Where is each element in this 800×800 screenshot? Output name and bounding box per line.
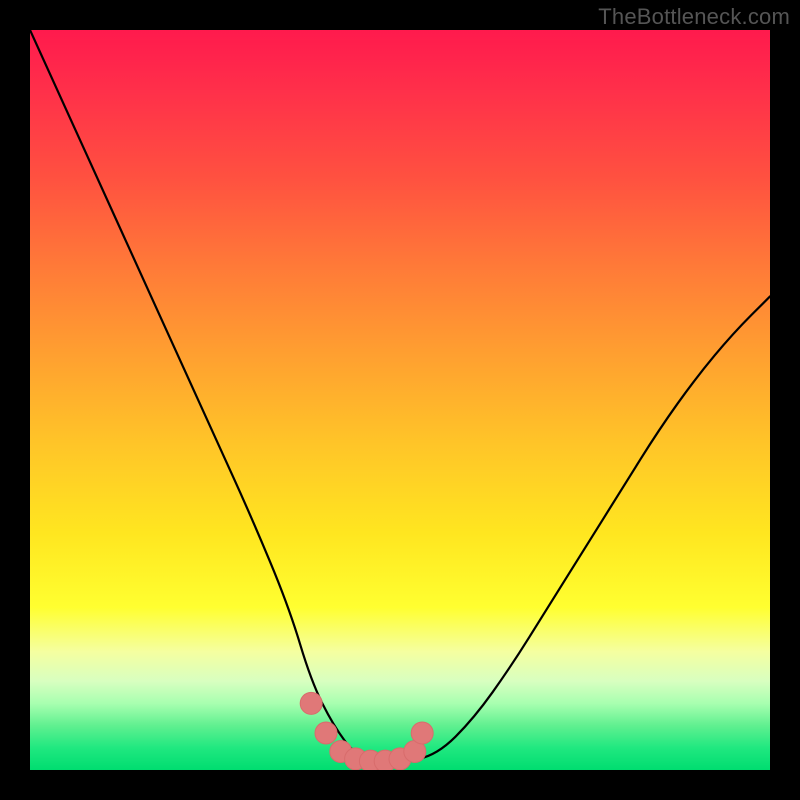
curve-layer — [30, 30, 770, 770]
highlighted-points — [300, 692, 433, 770]
watermark-text: TheBottleneck.com — [598, 4, 790, 30]
bottleneck-curve — [30, 30, 770, 763]
marker-point — [315, 722, 337, 744]
chart-frame: TheBottleneck.com — [0, 0, 800, 800]
plot-area — [30, 30, 770, 770]
marker-point — [300, 692, 322, 714]
marker-point — [411, 722, 433, 744]
